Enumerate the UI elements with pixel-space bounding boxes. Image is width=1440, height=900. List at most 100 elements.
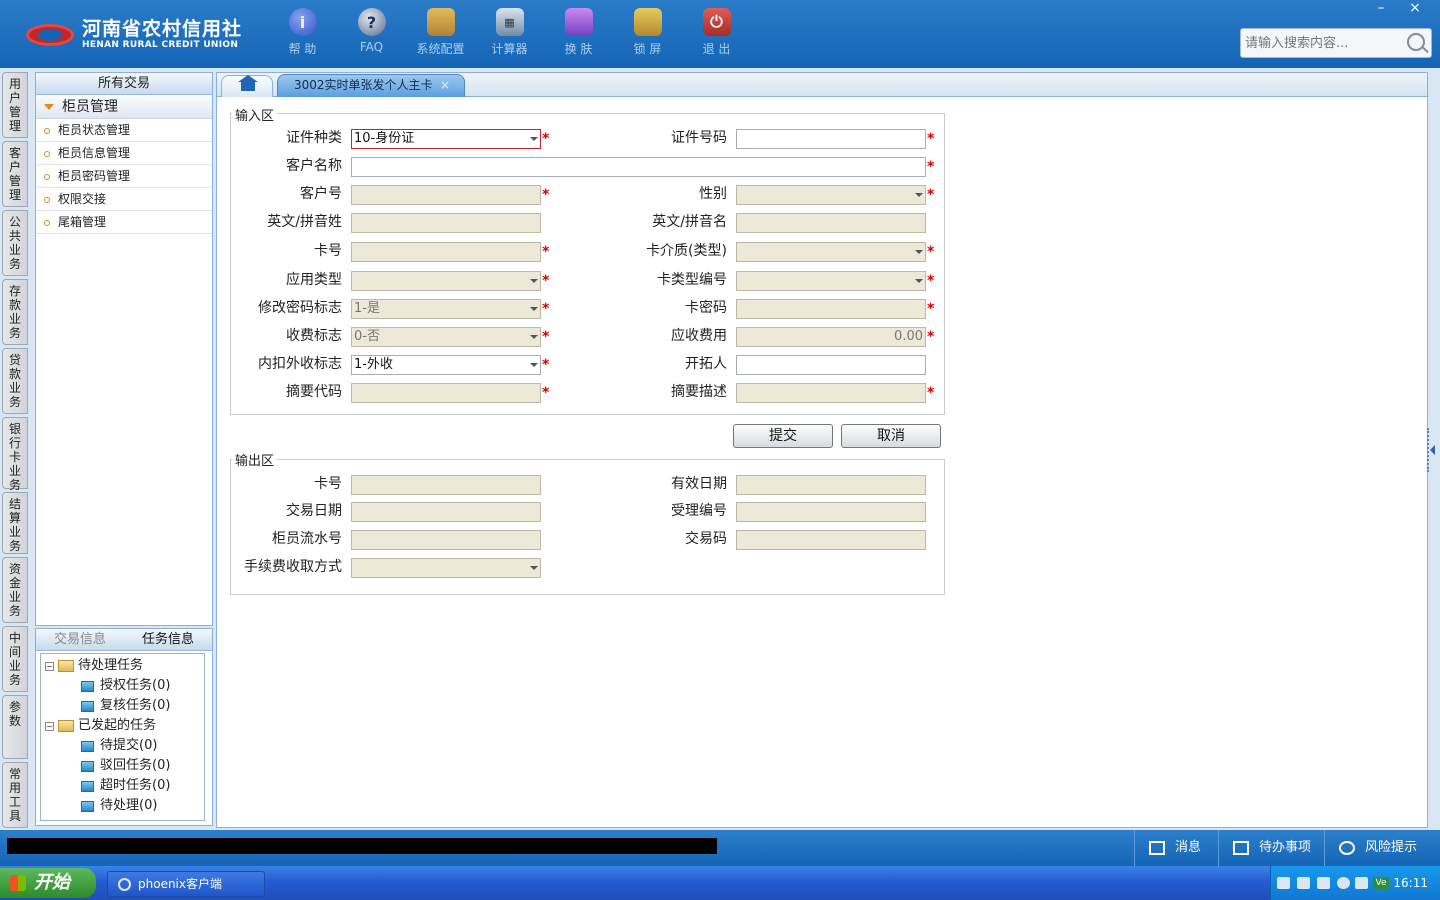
vtab-loan-business[interactable]: 贷款业务 (2, 348, 28, 414)
all-transactions-header[interactable]: 所有交易 (36, 73, 212, 95)
output-section-legend: 输出区 (232, 450, 278, 469)
collapse-right-panel-handle[interactable] (1427, 428, 1435, 472)
risk-alert-button[interactable]: 风险提示 (1324, 830, 1440, 866)
vtab-public-business[interactable]: 公共业务 (2, 210, 28, 276)
tree-node-timeout[interactable]: 超时任务(0) (41, 776, 204, 796)
vtab-deposit-business[interactable]: 存款业务 (2, 279, 28, 345)
vtab-intermediary-business[interactable]: 中间业务 (2, 626, 28, 692)
search-input[interactable] (1241, 29, 1401, 57)
tab-task-info[interactable]: 任务信息 (124, 629, 212, 651)
tree-node-label: 待处理(0) (100, 798, 158, 813)
card-medium-select[interactable] (736, 242, 926, 262)
menu-item-teller-password[interactable]: 柜员密码管理 (36, 165, 212, 188)
keyboard-icon[interactable] (1277, 877, 1290, 889)
power-icon: ⏻ (702, 8, 731, 36)
tab-label: 3002实时单张发个人主卡 (294, 78, 433, 92)
summary-desc-input[interactable] (736, 383, 926, 403)
menu-item-permission-handover[interactable]: 权限交接 (36, 188, 212, 211)
tab-home[interactable] (221, 75, 273, 97)
menu-group-teller-management[interactable]: 柜员管理 (36, 95, 212, 119)
en-surname-label: 英文/拼音姓 (267, 214, 342, 230)
vtab-common-tools[interactable]: 常用工具 (2, 762, 28, 828)
taskbar-app-phoenix[interactable]: phoenix客户端 (107, 871, 265, 897)
input-section-legend: 输入区 (232, 105, 278, 124)
vtab-parameters[interactable]: 参数 (2, 695, 28, 759)
folder-icon (81, 700, 94, 712)
card-pwd-input[interactable] (736, 299, 926, 319)
card-no-input[interactable] (351, 242, 541, 262)
out-valid-date-label: 有效日期 (671, 476, 727, 492)
calculator-button[interactable]: ▦ 计算器 (475, 8, 544, 57)
developer-input[interactable] (736, 355, 926, 375)
folder-open-icon (58, 660, 74, 672)
en-name-input[interactable] (736, 213, 926, 233)
tree-node-rejected[interactable]: 驳回任务(0) (41, 756, 204, 776)
developer-label: 开拓人 (685, 356, 727, 372)
id-number-input[interactable] (736, 129, 926, 149)
card-type-code-label: 卡类型编号 (657, 272, 727, 288)
tree-node-pending[interactable]: − 待处理任务 (41, 656, 204, 676)
out-fee-method-select[interactable] (351, 558, 541, 578)
gender-label: 性别 (699, 186, 727, 202)
required-mark: * (542, 385, 550, 401)
app-type-select[interactable] (351, 271, 541, 291)
vtab-fund-business[interactable]: 资金业务 (2, 557, 28, 623)
transaction-menu-panel: 所有交易 柜员管理 柜员状态管理 柜员信息管理 柜员密码管理 权限交接 尾箱管理 (35, 72, 213, 626)
summary-code-input[interactable] (351, 383, 541, 403)
network-icon[interactable] (1355, 877, 1368, 889)
tree-node-review[interactable]: 复核任务(0) (41, 696, 204, 716)
vtab-settlement-business[interactable]: 结算业务 (2, 492, 28, 554)
fee-due-input[interactable]: 0.00 (736, 327, 926, 347)
arrow-left-icon[interactable] (1337, 877, 1350, 889)
collapse-icon[interactable]: − (45, 721, 54, 731)
customer-no-input[interactable] (351, 185, 541, 205)
card-type-code-select[interactable] (736, 271, 926, 291)
expand-triangle-icon (44, 104, 54, 110)
tree-node-to-process[interactable]: 待处理(0) (41, 796, 204, 816)
system-config-button[interactable]: 系统配置 (406, 8, 475, 57)
folder-open-icon (58, 720, 74, 732)
tab-3002-issue-card[interactable]: 3002实时单张发个人主卡 × (277, 74, 465, 97)
close-tab-icon[interactable]: × (440, 75, 450, 96)
exit-button[interactable]: ⏻ 退 出 (682, 8, 751, 57)
calculator-label: 计算器 (491, 42, 528, 56)
tab-transaction-info[interactable]: 交易信息 (36, 629, 124, 651)
document-tabbar: 3002实时单张发个人主卡 × (217, 73, 1427, 97)
help-button[interactable]: i 帮 助 (268, 8, 337, 57)
menu-group-label: 柜员管理 (62, 99, 118, 115)
collapse-icon[interactable]: − (45, 661, 54, 671)
gender-select[interactable] (736, 185, 926, 205)
start-button[interactable]: 开始 (0, 868, 96, 898)
vtab-bank-card-business[interactable]: 银行卡业务 (2, 417, 28, 492)
menu-item-teller-status[interactable]: 柜员状态管理 (36, 119, 212, 142)
vtab-user-management[interactable]: 用户管理 (2, 72, 28, 138)
search-icon[interactable] (1407, 33, 1425, 51)
menu-item-tail-box[interactable]: 尾箱管理 (36, 211, 212, 234)
tree-node-authorize[interactable]: 授权任务(0) (41, 676, 204, 696)
change-pwd-select[interactable]: 1-是 (351, 299, 541, 319)
fee-flag-select[interactable]: 0-否 (351, 327, 541, 347)
minimize-button[interactable]: – (1364, 0, 1398, 18)
submit-button[interactable]: 提交 (733, 424, 833, 448)
cancel-button[interactable]: 取消 (841, 424, 941, 448)
close-window-button[interactable]: × (1398, 0, 1432, 18)
usb-icon[interactable] (1317, 877, 1330, 889)
ve-tray-icon[interactable]: Ve (1373, 877, 1389, 889)
fee-mode-select[interactable]: 1-外收 (351, 355, 541, 375)
tree-node-to-submit[interactable]: 待提交(0) (41, 736, 204, 756)
required-mark: * (927, 187, 935, 203)
vtab-customer-management[interactable]: 客户管理 (2, 141, 28, 207)
customer-name-input[interactable] (351, 157, 926, 177)
faq-button[interactable]: ? FAQ (337, 8, 406, 57)
todo-button[interactable]: 待办事项 (1218, 830, 1324, 866)
change-skin-button[interactable]: 换 肤 (544, 8, 613, 57)
tree-node-initiated[interactable]: − 已发起的任务 (41, 716, 204, 736)
menu-item-teller-info[interactable]: 柜员信息管理 (36, 142, 212, 165)
folder-icon (81, 680, 94, 692)
question-icon: ? (357, 8, 386, 36)
folder-icon (81, 760, 94, 772)
id-type-select[interactable]: 10-身份证 (351, 129, 541, 149)
lock-screen-button[interactable]: 锁 屏 (613, 8, 682, 57)
en-surname-input[interactable] (351, 213, 541, 233)
help-tray-icon[interactable] (1297, 877, 1310, 889)
